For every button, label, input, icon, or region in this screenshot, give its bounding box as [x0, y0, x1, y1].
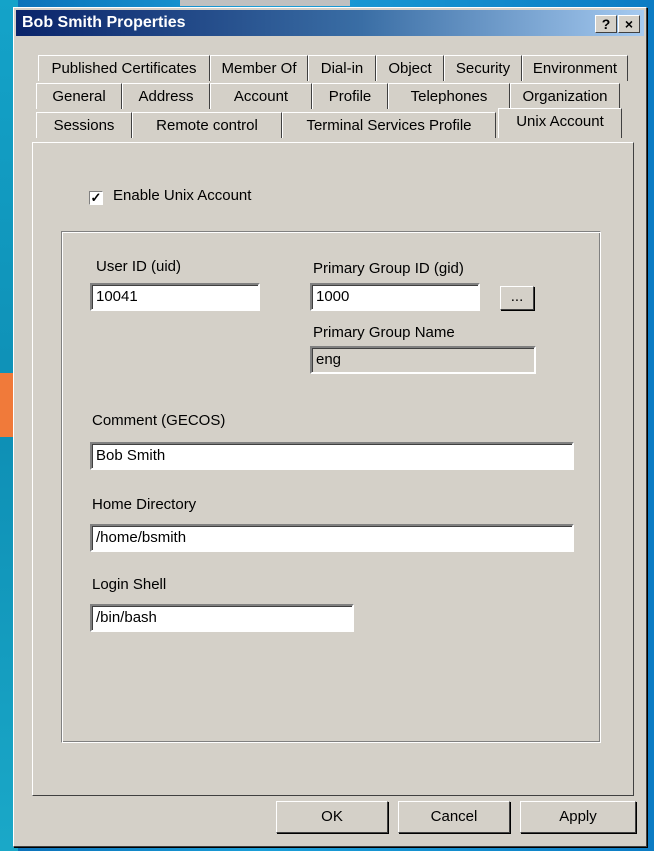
home-directory-label: Home Directory — [92, 496, 197, 513]
tab-label: Environment — [532, 60, 618, 77]
unix-settings-group: User ID (uid) 10041 Primary Group ID (gi… — [61, 231, 601, 743]
ok-button[interactable]: OK — [276, 801, 388, 833]
tab-dial-in[interactable]: Dial-in — [308, 55, 376, 81]
tab-label: Member Of — [221, 60, 297, 77]
tab-unix-account[interactable]: Unix Account — [498, 108, 622, 138]
tab-label: Profile — [328, 88, 372, 105]
background-window-edge — [180, 0, 350, 6]
tab-sessions[interactable]: Sessions — [36, 112, 132, 138]
tab-label: Dial-in — [320, 60, 364, 77]
close-button[interactable]: × — [618, 15, 640, 33]
group-name-label: Primary Group Name — [313, 324, 455, 341]
tab-label: Account — [233, 88, 289, 105]
apply-button[interactable]: Apply — [520, 801, 636, 833]
uid-input[interactable]: 10041 — [90, 283, 260, 311]
gid-input[interactable]: 1000 — [310, 283, 480, 311]
tab-label: Address — [138, 88, 194, 105]
tab-label: Sessions — [53, 117, 115, 134]
check-icon: ✓ — [90, 190, 102, 205]
tab-label: Published Certificates — [51, 60, 197, 77]
tab-profile[interactable]: Profile — [312, 83, 388, 109]
tab-label: Unix Account — [516, 113, 604, 130]
gid-label: Primary Group ID (gid) — [313, 260, 464, 277]
tab-label: Security — [455, 60, 511, 77]
tab-label: Telephones — [410, 88, 488, 105]
enable-unix-account-label: Enable Unix Account — [113, 187, 252, 204]
group-name-field: eng — [310, 346, 536, 374]
tab-object[interactable]: Object — [376, 55, 444, 81]
comment-label: Comment (GECOS) — [92, 412, 226, 429]
unix-account-panel: ✓ Enable Unix Account User ID (uid) 1004… — [32, 142, 634, 796]
tab-remote-control[interactable]: Remote control — [132, 112, 282, 138]
tab-organization[interactable]: Organization — [510, 83, 620, 109]
help-button[interactable]: ? — [595, 15, 617, 33]
tab-address[interactable]: Address — [122, 83, 210, 109]
tab-security[interactable]: Security — [444, 55, 522, 81]
tab-label: Remote control — [156, 117, 258, 134]
comment-input[interactable]: Bob Smith — [90, 442, 574, 470]
tab-member-of[interactable]: Member Of — [210, 55, 308, 81]
tab-telephones[interactable]: Telephones — [388, 83, 510, 109]
login-shell-input[interactable]: /bin/bash — [90, 604, 354, 632]
browse-group-button[interactable]: ... — [500, 286, 534, 310]
tab-environment[interactable]: Environment — [522, 55, 628, 81]
tab-label: General — [52, 88, 106, 105]
enable-unix-account-checkbox[interactable]: ✓ — [89, 191, 103, 205]
tab-account[interactable]: Account — [210, 83, 312, 109]
tab-published-certificates[interactable]: Published Certificates — [38, 55, 210, 81]
home-directory-input[interactable]: /home/bsmith — [90, 524, 574, 552]
tab-label: Organization — [522, 88, 608, 105]
tab-label: Terminal Services Profile — [306, 117, 472, 134]
window-title: Bob Smith Properties — [22, 14, 186, 31]
uid-label: User ID (uid) — [96, 258, 182, 275]
login-shell-label: Login Shell — [92, 576, 167, 593]
tab-label: Object — [388, 60, 432, 77]
tab-terminal-services-profile[interactable]: Terminal Services Profile — [282, 112, 496, 138]
properties-dialog: Bob Smith Properties ? × Published Certi… — [13, 7, 647, 847]
tab-general[interactable]: General — [36, 83, 122, 109]
title-bar[interactable]: Bob Smith Properties ? × — [16, 10, 644, 36]
cancel-button[interactable]: Cancel — [398, 801, 510, 833]
